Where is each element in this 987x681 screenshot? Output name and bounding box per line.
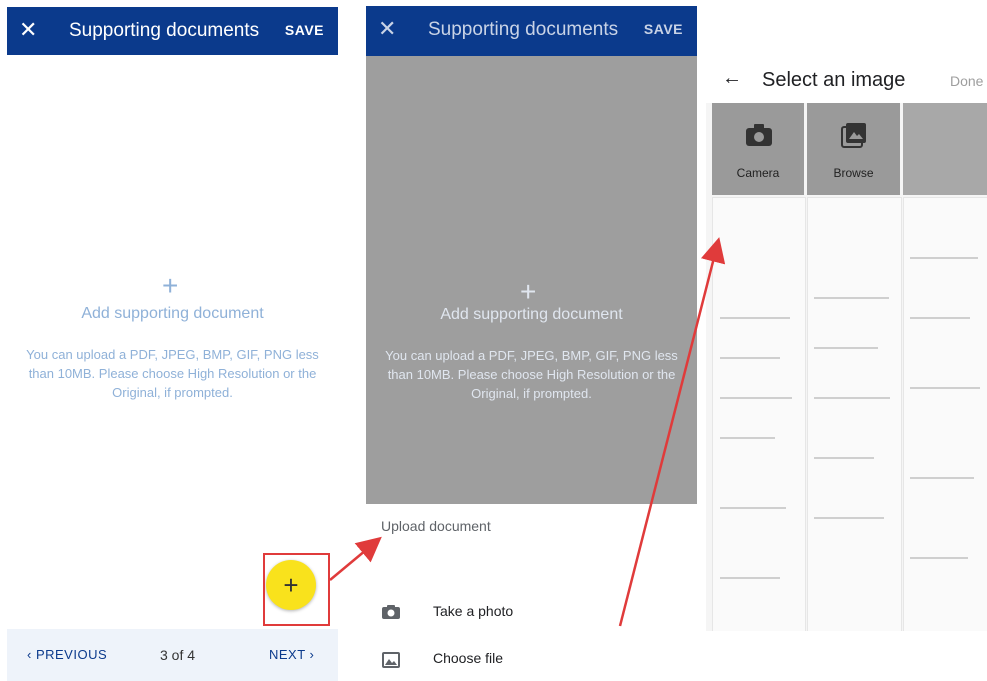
annotation-arrows — [329, 237, 726, 627]
arrow-upload-to-select — [618, 237, 726, 627]
arrow-fab-to-upload — [329, 536, 382, 581]
